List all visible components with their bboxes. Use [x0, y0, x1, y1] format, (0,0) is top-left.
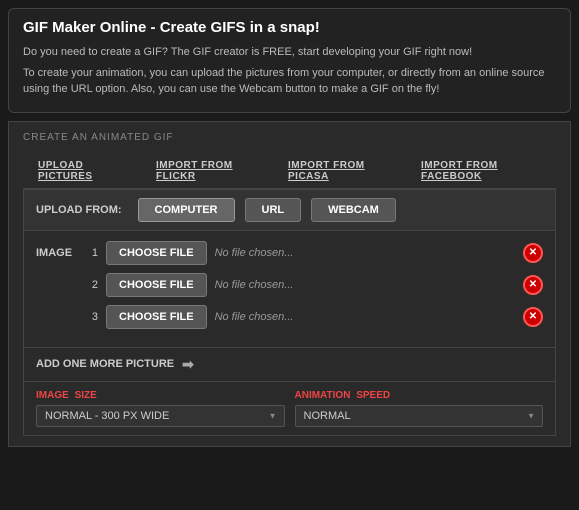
images-area: IMAGE 1 CHOOSE FILE No file chosen... 2 … [23, 231, 556, 348]
settings-row: IMAGE SIZE NORMAL - 300 PX WIDE SMALL - … [23, 382, 556, 436]
tabs-row: UPLOAD PICTURES IMPORT FROM FLICKR IMPOR… [23, 153, 556, 189]
tab-import-facebook[interactable]: IMPORT FROM FACEBOOK [406, 153, 556, 188]
animation-speed-select[interactable]: NORMAL SLOW FAST [295, 405, 544, 427]
url-button[interactable]: URL [245, 198, 302, 222]
image-label-1: IMAGE [36, 247, 76, 259]
arrow-icon: ➡ [182, 356, 194, 373]
choose-file-button-3[interactable]: CHOOSE FILE [106, 305, 207, 329]
header-desc1: Do you need to create a GIF? The GIF cre… [23, 44, 556, 61]
file-name-2: No file chosen... [215, 279, 515, 291]
animation-speed-group: ANIMATION SPEED NORMAL SLOW FAST [295, 390, 544, 427]
header-desc2: To create your animation, you can upload… [23, 65, 556, 98]
image-size-select[interactable]: NORMAL - 300 PX WIDE SMALL - 200 PX WIDE… [36, 405, 285, 427]
main-section: CREATE AN ANIMATED GIF UPLOAD PICTURES I… [8, 121, 571, 447]
row-number-1: 1 [84, 247, 98, 259]
webcam-button[interactable]: WEBCAM [311, 198, 396, 222]
choose-file-button-1[interactable]: CHOOSE FILE [106, 241, 207, 265]
upload-from-row: UPLOAD FROM: COMPUTER URL WEBCAM [23, 189, 556, 231]
row-number-2: 2 [84, 279, 98, 291]
row-number-3: 3 [84, 311, 98, 323]
computer-button[interactable]: COMPUTER [138, 198, 235, 222]
table-row: 2 CHOOSE FILE No file chosen... [36, 273, 543, 297]
choose-file-button-2[interactable]: CHOOSE FILE [106, 273, 207, 297]
add-more-label: ADD ONE MORE PICTURE [36, 358, 174, 370]
file-name-1: No file chosen... [215, 247, 515, 259]
tab-import-picasa[interactable]: IMPORT FROM PICASA [273, 153, 406, 188]
animation-speed-select-wrapper: NORMAL SLOW FAST [295, 405, 544, 427]
page-title: GIF Maker Online - Create GIFS in a snap… [23, 19, 556, 36]
image-size-title: IMAGE SIZE [36, 390, 285, 401]
upload-from-label: UPLOAD FROM: [36, 204, 122, 216]
tab-import-flickr[interactable]: IMPORT FROM FLICKR [141, 153, 273, 188]
header-section: GIF Maker Online - Create GIFS in a snap… [8, 8, 571, 113]
section-title: CREATE AN ANIMATED GIF [23, 132, 556, 143]
add-more-button[interactable]: ADD ONE MORE PICTURE ➡ [23, 348, 556, 382]
remove-button-1[interactable] [523, 243, 543, 263]
animation-speed-title: ANIMATION SPEED [295, 390, 544, 401]
image-size-select-wrapper: NORMAL - 300 PX WIDE SMALL - 200 PX WIDE… [36, 405, 285, 427]
remove-button-2[interactable] [523, 275, 543, 295]
tab-upload-pictures[interactable]: UPLOAD PICTURES [23, 153, 141, 188]
remove-button-3[interactable] [523, 307, 543, 327]
table-row: 3 CHOOSE FILE No file chosen... [36, 305, 543, 329]
image-size-group: IMAGE SIZE NORMAL - 300 PX WIDE SMALL - … [36, 390, 285, 427]
file-name-3: No file chosen... [215, 311, 515, 323]
table-row: IMAGE 1 CHOOSE FILE No file chosen... [36, 241, 543, 265]
